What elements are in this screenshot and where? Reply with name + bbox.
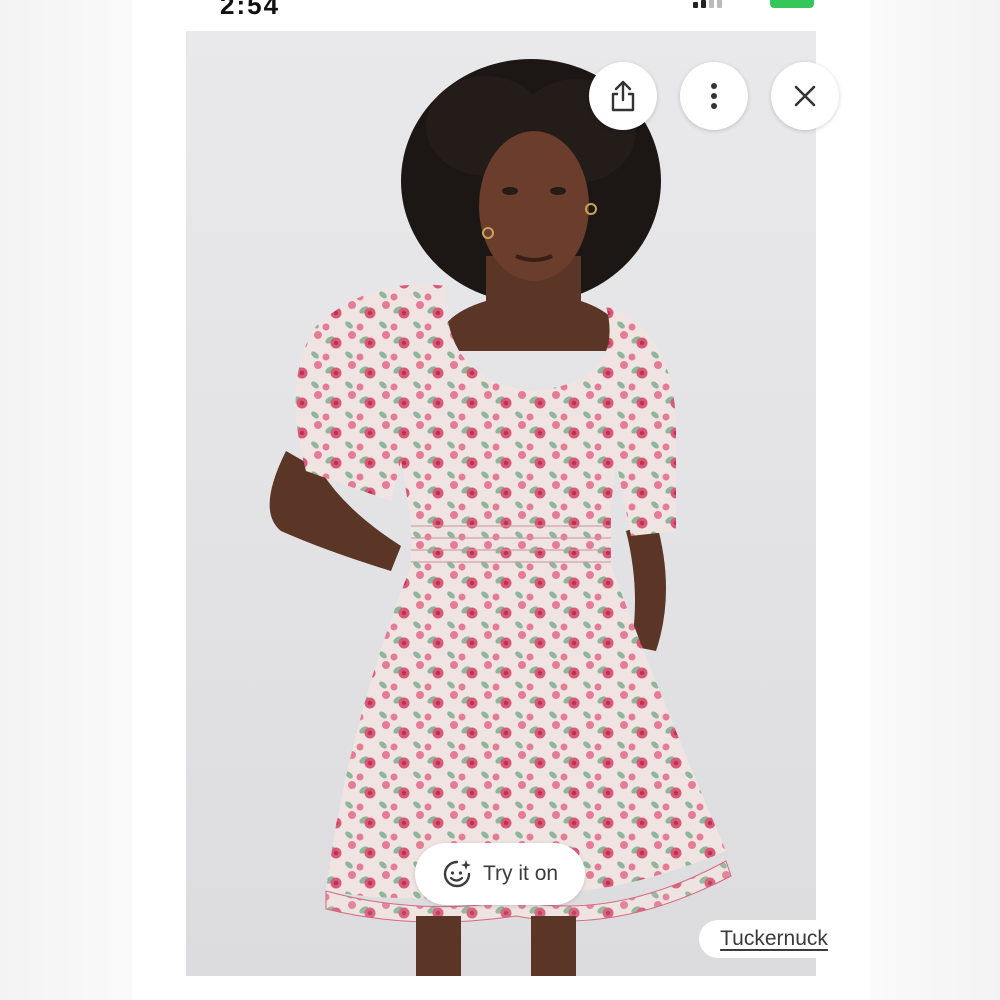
model-illustration bbox=[269, 59, 732, 976]
battery-icon bbox=[770, 0, 814, 8]
right-backdrop bbox=[870, 0, 1000, 1000]
source-link[interactable]: Tuckernuck bbox=[699, 920, 849, 958]
status-time: 2:54 bbox=[220, 0, 281, 20]
more-vertical-icon bbox=[711, 83, 717, 109]
try-on-face-sparkle-icon bbox=[443, 860, 471, 888]
bottom-strip bbox=[132, 976, 870, 1000]
close-button[interactable] bbox=[771, 62, 839, 130]
signal-icon bbox=[693, 0, 722, 8]
more-options-button[interactable] bbox=[680, 62, 748, 130]
share-button[interactable] bbox=[589, 62, 657, 130]
source-label: Tuckernuck bbox=[720, 927, 828, 950]
try-it-on-button[interactable]: Try it on bbox=[415, 843, 585, 905]
left-backdrop bbox=[0, 0, 132, 1000]
wifi-icon bbox=[736, 0, 756, 10]
share-icon bbox=[611, 80, 635, 112]
status-icons bbox=[693, 0, 814, 10]
status-bar: 2:54 bbox=[132, 0, 870, 30]
product-photo[interactable] bbox=[186, 31, 816, 976]
close-icon bbox=[794, 85, 816, 107]
try-it-on-label: Try it on bbox=[483, 862, 559, 885]
